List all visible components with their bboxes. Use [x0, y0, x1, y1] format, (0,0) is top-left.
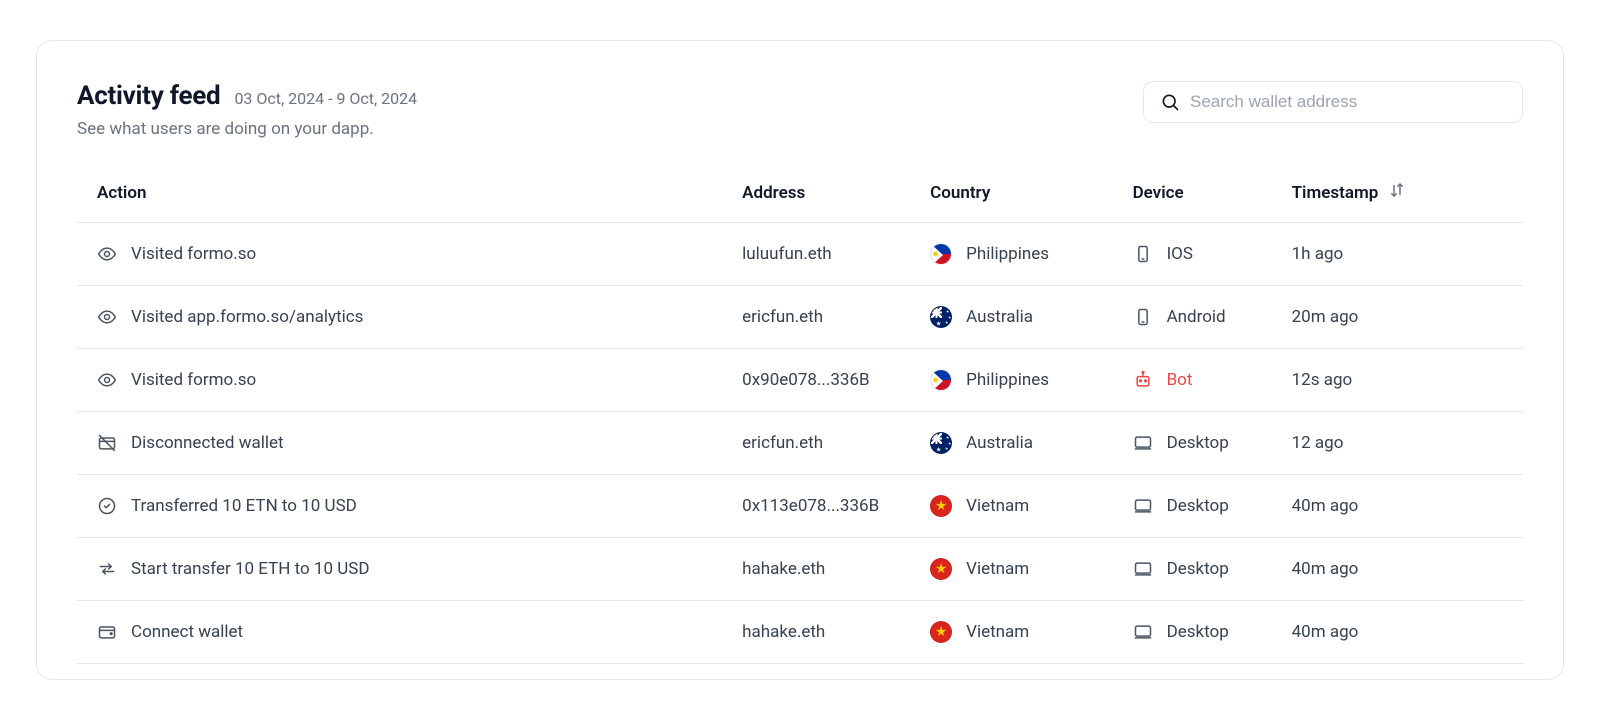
swap-icon — [97, 559, 117, 579]
header-row: Activity feed 03 Oct, 2024 - 9 Oct, 2024… — [77, 81, 1523, 139]
check-circle-icon — [97, 496, 117, 516]
timestamp-text: 1h ago — [1292, 244, 1344, 264]
header-left: Activity feed 03 Oct, 2024 - 9 Oct, 2024… — [77, 81, 1119, 139]
activity-table: Action Address Country Device Timestamp — [77, 167, 1523, 664]
timestamp-text: 40m ago — [1292, 622, 1359, 642]
desktop-icon — [1133, 433, 1153, 453]
eye-icon — [97, 307, 117, 327]
col-header-timestamp[interactable]: Timestamp — [1292, 167, 1523, 223]
timestamp-text: 12 ago — [1292, 433, 1344, 453]
address-text: 0x113e078...336B — [742, 496, 879, 516]
activity-card: Activity feed 03 Oct, 2024 - 9 Oct, 2024… — [36, 40, 1564, 680]
search-icon — [1160, 92, 1180, 112]
action-text: Start transfer 10 ETH to 10 USD — [131, 559, 370, 579]
table-row[interactable]: Visited formo.so luluufun.eth Philippine… — [77, 223, 1523, 286]
action-text: Visited formo.so — [131, 244, 256, 264]
flag-icon — [930, 495, 952, 517]
country-text: Vietnam — [966, 559, 1029, 579]
address-text: ericfun.eth — [742, 433, 823, 453]
device-text: Desktop — [1167, 622, 1229, 642]
page-subtitle: See what users are doing on your dapp. — [77, 119, 1119, 139]
action-text: Visited formo.so — [131, 370, 256, 390]
address-text: hahake.eth — [742, 559, 825, 579]
wallet-off-icon — [97, 433, 117, 453]
flag-icon — [930, 432, 952, 454]
desktop-icon — [1133, 622, 1153, 642]
table-row[interactable]: Disconnected wallet ericfun.eth Australi… — [77, 412, 1523, 475]
address-text: hahake.eth — [742, 622, 825, 642]
timestamp-text: 12s ago — [1292, 370, 1353, 390]
mobile-icon — [1133, 307, 1153, 327]
device-text: Bot — [1167, 370, 1193, 390]
table-row[interactable]: Visited formo.so 0x90e078...336B Philipp… — [77, 349, 1523, 412]
title-line: Activity feed 03 Oct, 2024 - 9 Oct, 2024 — [77, 81, 1119, 111]
device-text: Desktop — [1167, 559, 1229, 579]
timestamp-text: 40m ago — [1292, 496, 1359, 516]
address-text: ericfun.eth — [742, 307, 823, 327]
flag-icon — [930, 243, 952, 265]
eye-icon — [97, 244, 117, 264]
address-text: luluufun.eth — [742, 244, 831, 264]
table-row[interactable]: Transferred 10 ETN to 10 USD 0x113e078..… — [77, 475, 1523, 538]
date-range: 03 Oct, 2024 - 9 Oct, 2024 — [234, 89, 417, 108]
col-header-action[interactable]: Action — [77, 167, 742, 223]
col-header-country[interactable]: Country — [930, 167, 1132, 223]
flag-icon — [930, 558, 952, 580]
action-text: Visited app.formo.so/analytics — [131, 307, 363, 327]
country-text: Philippines — [966, 370, 1049, 390]
search-container[interactable] — [1143, 81, 1523, 123]
action-text: Disconnected wallet — [131, 433, 284, 453]
action-text: Transferred 10 ETN to 10 USD — [131, 496, 357, 516]
table-row[interactable]: Start transfer 10 ETH to 10 USD hahake.e… — [77, 538, 1523, 601]
country-text: Australia — [966, 433, 1033, 453]
device-text: Desktop — [1167, 496, 1229, 516]
timestamp-text: 40m ago — [1292, 559, 1359, 579]
country-text: Vietnam — [966, 496, 1029, 516]
col-header-device[interactable]: Device — [1133, 167, 1292, 223]
flag-icon — [930, 621, 952, 643]
sort-icon[interactable] — [1388, 181, 1406, 204]
country-text: Philippines — [966, 244, 1049, 264]
country-text: Vietnam — [966, 622, 1029, 642]
bot-icon — [1133, 370, 1153, 390]
flag-icon — [930, 369, 952, 391]
timestamp-text: 20m ago — [1292, 307, 1359, 327]
table-row[interactable]: Connect wallet hahake.eth Vietnam Deskto… — [77, 601, 1523, 664]
eye-icon — [97, 370, 117, 390]
country-text: Australia — [966, 307, 1033, 327]
device-text: Android — [1167, 307, 1226, 327]
wallet-icon — [97, 622, 117, 642]
device-text: Desktop — [1167, 433, 1229, 453]
flag-icon — [930, 306, 952, 328]
mobile-icon — [1133, 244, 1153, 264]
col-header-address[interactable]: Address — [742, 167, 930, 223]
table-row[interactable]: Visited app.formo.so/analytics ericfun.e… — [77, 286, 1523, 349]
search-input[interactable] — [1190, 92, 1506, 112]
desktop-icon — [1133, 496, 1153, 516]
device-text: IOS — [1167, 244, 1193, 264]
address-text: 0x90e078...336B — [742, 370, 869, 390]
action-text: Connect wallet — [131, 622, 243, 642]
col-header-timestamp-label: Timestamp — [1292, 183, 1379, 203]
desktop-icon — [1133, 559, 1153, 579]
page-title: Activity feed — [77, 81, 220, 111]
